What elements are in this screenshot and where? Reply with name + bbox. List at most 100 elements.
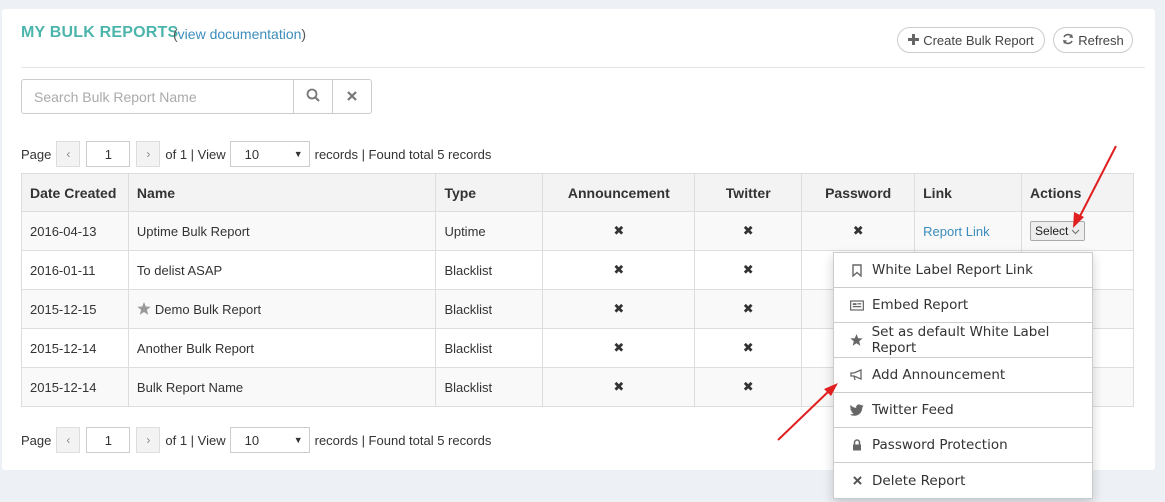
announcement-off-icon: ✖	[542, 250, 696, 290]
embed-icon	[850, 299, 864, 311]
column-password[interactable]: Password	[801, 173, 916, 212]
cell-date: 2015-12-14	[21, 328, 129, 368]
menu-item-add-announcement[interactable]: Add Announcement	[834, 358, 1092, 393]
cell-name: Another Bulk Report	[127, 328, 437, 368]
cell-type: Uptime	[435, 211, 544, 251]
clear-search-button[interactable]	[332, 80, 371, 113]
cell-type: Blacklist	[435, 367, 544, 407]
twitter-icon	[850, 404, 864, 416]
next-page-button[interactable]: ›	[136, 141, 161, 167]
records-found-text: records | Found total 5 records	[314, 146, 492, 162]
lock-icon	[850, 439, 864, 451]
annotation-arrow-to-add-announcement	[777, 383, 838, 441]
cell-name: Demo Bulk Report	[127, 289, 437, 329]
announcement-off-icon: ✖	[542, 367, 696, 407]
column-date-created[interactable]: Date Created	[21, 173, 129, 212]
cell-link: Report Link	[914, 211, 1023, 251]
create-bulk-report-button[interactable]: Create Bulk Report	[897, 27, 1045, 53]
chevron-right-icon: ›	[146, 147, 151, 161]
cell-name: Bulk Report Name	[127, 367, 437, 407]
cell-type: Blacklist	[435, 328, 544, 368]
chevron-left-icon: ‹	[66, 433, 71, 447]
page-number-input[interactable]	[86, 141, 131, 167]
star-icon	[850, 334, 864, 346]
records-per-page-select[interactable]: 10 ▼	[229, 141, 310, 167]
close-icon	[850, 476, 864, 485]
menu-item-set-default[interactable]: Set as default White Label Report	[834, 323, 1092, 358]
menu-item-label: Add Announcement	[872, 367, 1006, 383]
menu-item-embed-report[interactable]: Embed Report	[834, 288, 1092, 323]
cell-name: To delist ASAP	[127, 250, 437, 290]
cell-date: 2016-04-13	[21, 211, 129, 251]
announcement-off-icon: ✖	[542, 211, 696, 251]
column-announcement[interactable]: Announcement	[542, 173, 696, 212]
refresh-icon	[1062, 33, 1074, 48]
annotation-arrow-to-select	[1073, 145, 1117, 228]
page-number-input[interactable]	[86, 427, 131, 453]
records-found-text: records | Found total 5 records	[314, 432, 492, 448]
paren-close: )	[301, 26, 307, 42]
menu-item-white-label-link[interactable]: White Label Report Link	[834, 253, 1092, 288]
prev-page-button[interactable]: ‹	[56, 141, 81, 167]
menu-item-label: Password Protection	[872, 437, 1008, 453]
actions-select-label: Select	[1035, 224, 1069, 238]
menu-item-label: Set as default White Label Report	[871, 324, 1050, 356]
prev-page-button[interactable]: ‹	[56, 427, 81, 453]
table-row: 2016-04-13 Uptime Bulk Report Uptime ✖ ✖…	[21, 211, 1134, 251]
records-per-page-value: 10	[244, 146, 260, 162]
column-twitter[interactable]: Twitter	[694, 173, 803, 212]
view-documentation-link[interactable]: view documentation	[178, 26, 302, 42]
menu-item-label: Embed Report	[872, 297, 969, 313]
plus-icon	[908, 33, 920, 48]
megaphone-icon	[850, 369, 864, 381]
cell-date: 2016-01-11	[21, 250, 129, 290]
search-bar	[21, 79, 372, 114]
refresh-button[interactable]: Refresh	[1053, 27, 1133, 53]
create-bulk-report-label: Create Bulk Report	[923, 32, 1034, 48]
cell-date: 2015-12-14	[21, 367, 129, 407]
default-star-icon	[137, 301, 151, 317]
cell-date: 2015-12-15	[21, 289, 129, 329]
search-input[interactable]	[22, 80, 293, 113]
page-title: MY BULK REPORTS	[21, 24, 179, 41]
announcement-off-icon: ✖	[542, 289, 696, 329]
twitter-off-icon: ✖	[694, 211, 803, 251]
refresh-label: Refresh	[1078, 32, 1124, 48]
menu-item-password-protection[interactable]: Password Protection	[834, 428, 1092, 463]
report-name: Demo Bulk Report	[154, 301, 262, 317]
caret-down-icon: ▼	[293, 435, 303, 445]
twitter-off-icon: ✖	[694, 289, 803, 329]
search-button[interactable]	[293, 80, 332, 113]
twitter-off-icon: ✖	[694, 250, 803, 290]
panel-header: MY BULK REPORTS (view documentation) Cre…	[21, 22, 1145, 68]
bookmark-icon	[850, 263, 864, 277]
pagination-bottom: Page ‹ › of 1 | View 10 ▼ records | Foun…	[21, 426, 491, 454]
documentation-wrapper: (view documentation)	[173, 26, 306, 42]
column-link: Link	[914, 173, 1023, 212]
cell-type: Blacklist	[435, 289, 544, 329]
page-label: Page	[21, 432, 52, 448]
chevron-right-icon: ›	[146, 433, 151, 447]
caret-down-icon: ▼	[293, 149, 303, 159]
actions-dropdown-menu: White Label Report Link Embed Report Set…	[833, 252, 1093, 499]
cell-type: Blacklist	[435, 250, 544, 290]
column-type[interactable]: Type	[435, 173, 544, 212]
search-icon	[306, 88, 320, 105]
records-per-page-value: 10	[244, 432, 260, 448]
column-name[interactable]: Name	[127, 173, 437, 212]
cell-name: Uptime Bulk Report	[127, 211, 437, 251]
menu-item-label: White Label Report Link	[872, 262, 1033, 278]
page-of-text: of 1 | View	[165, 146, 226, 162]
records-per-page-select[interactable]: 10 ▼	[229, 427, 310, 453]
password-off-icon: ✖	[801, 211, 916, 251]
table-header-row: Date Created Name Type Announcement Twit…	[21, 173, 1134, 212]
menu-item-twitter-feed[interactable]: Twitter Feed	[834, 393, 1092, 428]
menu-item-delete-report[interactable]: Delete Report	[834, 463, 1092, 498]
close-icon	[347, 89, 357, 104]
menu-item-label: Twitter Feed	[872, 402, 954, 418]
next-page-button[interactable]: ›	[136, 427, 161, 453]
twitter-off-icon: ✖	[694, 328, 803, 368]
page-of-text: of 1 | View	[165, 432, 226, 448]
report-link[interactable]: Report Link	[923, 224, 989, 239]
announcement-off-icon: ✖	[542, 328, 696, 368]
